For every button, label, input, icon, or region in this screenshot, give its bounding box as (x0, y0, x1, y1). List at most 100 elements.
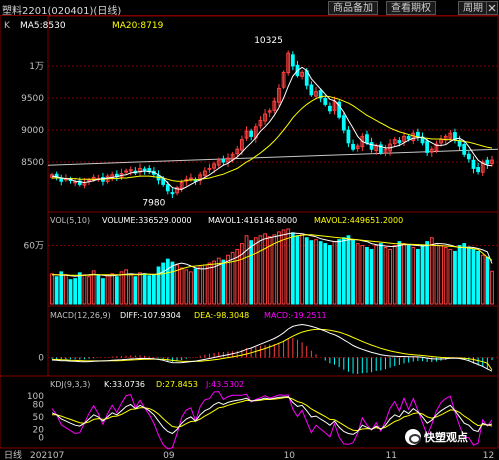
time-tick-label: 11 (385, 451, 396, 460)
low-price-label: 7980 (142, 198, 165, 208)
close-icon[interactable] (486, 1, 498, 15)
volume-bar (374, 245, 379, 305)
volume-bar (351, 240, 355, 305)
volume-bar (138, 272, 142, 305)
watermark: 快塑观点 (405, 428, 468, 446)
j-legend: J:43.5302 (205, 380, 244, 389)
time-tick-label: 10 (284, 451, 296, 460)
commodity-backup-button[interactable]: 商品备加 (328, 1, 378, 15)
candle-body (290, 54, 295, 67)
volume-bar (406, 245, 411, 305)
volume-bar (397, 241, 402, 305)
volume-bar (369, 248, 374, 305)
volume-bars (50, 228, 494, 305)
candle-body (221, 159, 226, 163)
volume-bar (114, 276, 119, 305)
chart-area[interactable]: K MA5:8530 MA20:8719 1万 9500 9000 8500 1032… (0, 15, 499, 460)
volume-bar (323, 243, 328, 305)
price-gridlines (48, 65, 498, 163)
chart-title: 塑料2201(020401)(日线) (2, 6, 122, 17)
volume-bar (105, 275, 110, 305)
volume-bar (434, 243, 439, 305)
volume-bar (457, 245, 462, 305)
candle-body (346, 129, 351, 144)
volume-bar (462, 243, 467, 305)
candle-body (207, 167, 212, 170)
volume-legend: VOLUME:336529.0000 (102, 216, 192, 225)
candle-body (142, 168, 147, 171)
volume-bar (420, 245, 425, 305)
volume-bar (87, 276, 91, 305)
volume-bar (202, 264, 207, 305)
candle-body (425, 140, 430, 153)
candle-body (462, 144, 467, 155)
time-axis-label: 日线 (4, 449, 22, 460)
candle-body (249, 130, 254, 137)
ma20-line (52, 95, 493, 182)
volume-bar (304, 237, 309, 305)
volume-bar (147, 275, 152, 305)
dea-line (51, 328, 493, 371)
candle-body (328, 105, 332, 112)
volume-bar (277, 231, 281, 305)
volume-bar (64, 274, 68, 305)
volume-bar (309, 240, 314, 305)
volume-bar (170, 261, 175, 305)
volume-bar (443, 246, 448, 305)
volume-bar (152, 274, 156, 305)
high-price-label: 10325 (254, 36, 283, 46)
period-button[interactable]: 周期 (458, 1, 488, 15)
price-tick-label: 9500 (21, 94, 44, 104)
volume-bar (142, 273, 147, 305)
volume-bar (82, 274, 87, 305)
candle-body (351, 143, 355, 150)
dea-legend: DEA:-98.3048 (194, 311, 249, 320)
volume-bar (272, 234, 277, 305)
volume-bar (378, 243, 383, 305)
volume-bar (101, 278, 105, 305)
volume-bar (50, 273, 54, 305)
candle-body (87, 179, 91, 182)
volume-bar (133, 276, 138, 305)
kline-chart[interactable]: K MA5:8530 MA20:8719 1万 9500 9000 8500 1032… (0, 15, 499, 460)
volume-bar (300, 233, 304, 305)
candle-body (416, 131, 420, 137)
candle-body (341, 115, 346, 131)
volume-bar (318, 241, 323, 305)
price-panel-label: K (4, 21, 11, 31)
volume-bar (207, 262, 212, 305)
volume-bar (198, 266, 203, 305)
volume-bar (179, 267, 184, 305)
volume-bar (96, 274, 101, 305)
candle-body (59, 177, 64, 182)
watermark-text: 快塑观点 (424, 431, 468, 444)
volume-bar (128, 274, 133, 305)
candle-body (323, 97, 328, 105)
mavol2-legend: MAVOL2:449651.2000 (314, 216, 403, 225)
volume-bar (341, 237, 346, 305)
view-options-button[interactable]: 查看期权 (386, 1, 436, 15)
candle-body (170, 192, 175, 195)
diff-legend: DIFF:-107.9304 (120, 311, 181, 320)
volume-bar (221, 259, 226, 305)
candle-body (406, 135, 411, 140)
volume-bar (110, 273, 115, 305)
kdj-panel-label: KDJ(9,3,3) (50, 380, 90, 389)
volume-bar (156, 266, 161, 305)
volume-bar (244, 235, 249, 305)
kdj-tick-label: 0 (38, 434, 44, 444)
ma20-legend: MA20:8719 (112, 21, 164, 31)
volume-bar (355, 243, 360, 305)
volume-bar (184, 269, 189, 305)
macd-y-tick: 0 (38, 354, 44, 364)
volume-bar (448, 248, 453, 305)
volume-bar (286, 228, 291, 305)
volume-bar (240, 243, 244, 305)
volume-bar (466, 246, 471, 305)
ma5-legend: MA5:8530 (20, 21, 66, 31)
candle-body (369, 142, 374, 150)
volume-bar (476, 250, 480, 305)
time-tick-label: 12 (483, 451, 494, 460)
candle-body (365, 134, 369, 144)
volume-bar (416, 248, 420, 305)
